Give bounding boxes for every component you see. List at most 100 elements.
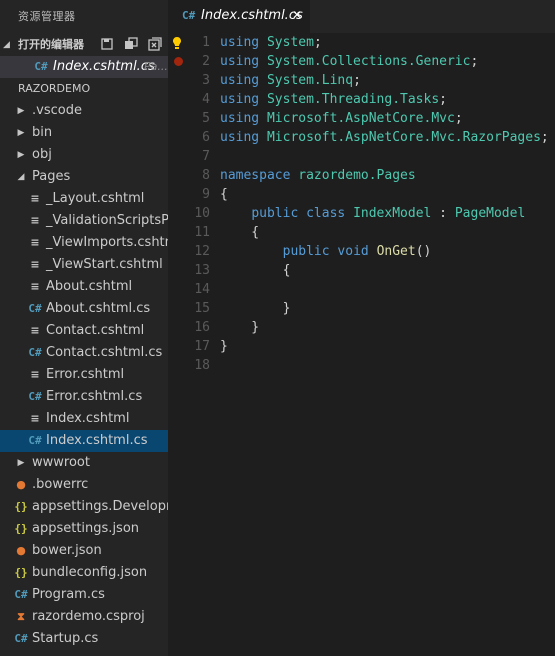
tree-item-label: .vscode <box>32 103 82 118</box>
code-line[interactable]: 18 <box>168 356 555 375</box>
code-token: Microsoft.AspNetCore.Mvc <box>266 111 455 126</box>
folder-item[interactable]: ◢ Pages <box>0 166 168 188</box>
code-line[interactable]: 5 using Microsoft.AspNetCore.Mvc; <box>168 109 555 128</box>
code-line[interactable]: 7 <box>168 147 555 166</box>
code-line[interactable]: 12 public void OnGet() <box>168 242 555 261</box>
line-number: 15 <box>194 301 210 316</box>
file-item[interactable]: ≡ Contact.cshtml <box>0 320 168 342</box>
file-item[interactable]: ≡ Error.cshtml <box>0 364 168 386</box>
folder-item[interactable]: ▶ bin <box>0 122 168 144</box>
folder-item[interactable]: ▶ .vscode <box>0 100 168 122</box>
line-number: 12 <box>194 244 210 259</box>
lines-file-icon: ≡ <box>30 280 40 293</box>
line-number: 7 <box>202 149 210 164</box>
file-item[interactable]: {} appsettings.json <box>0 518 168 540</box>
tree-item-label: Error.cshtml <box>46 367 125 382</box>
chevron-right-icon: ▶ <box>17 150 25 160</box>
code-token: using <box>220 130 260 145</box>
code-line[interactable]: 15 } <box>168 299 555 318</box>
tree-item-label: _ViewStart.cshtml <box>46 257 163 272</box>
line-number: 5 <box>202 111 210 126</box>
tab-index-cshtml-cs[interactable]: C# Index.cshtml.cs ✕ <box>168 0 310 33</box>
save-all-icon[interactable] <box>100 37 114 51</box>
line-number: 1 <box>202 35 210 50</box>
file-item[interactable]: ≡ _ValidationScriptsPa... <box>0 210 168 232</box>
code-text: using System; <box>220 33 322 52</box>
explorer-title: 资源管理器 <box>18 10 76 23</box>
tree-item-label: Index.cshtml.cs <box>46 433 148 448</box>
code-text: namespace razordemo.Pages <box>220 166 416 185</box>
code-token: } <box>220 339 228 354</box>
file-item[interactable]: ≡ _ViewStart.cshtml <box>0 254 168 276</box>
file-item[interactable]: ≡ Index.cshtml <box>0 408 168 430</box>
close-all-icon[interactable] <box>148 37 162 51</box>
folder-item[interactable]: ▶ wwwroot <box>0 452 168 474</box>
file-item[interactable]: ≡ About.cshtml <box>0 276 168 298</box>
code-token: { <box>220 187 228 202</box>
folder-item[interactable]: ▶ obj <box>0 144 168 166</box>
code-token: System.Linq <box>266 73 354 88</box>
open-editor-item[interactable]: C# Index.cshtml.cs Pa... <box>0 56 168 78</box>
line-number: 11 <box>194 225 210 240</box>
code-token: { <box>220 225 260 240</box>
open-editors-header[interactable]: ◢ 打开的编辑器 <box>0 34 168 56</box>
file-item[interactable]: C# About.cshtml.cs <box>0 298 168 320</box>
code-token: public <box>282 244 330 259</box>
project-header[interactable]: ◢ RAZORDEMO <box>0 78 168 100</box>
tree-item-label: About.cshtml.cs <box>46 301 151 316</box>
file-item[interactable]: C# Program.cs <box>0 584 168 606</box>
code-line[interactable]: 16 } <box>168 318 555 337</box>
code-token: ; <box>470 54 479 69</box>
lines-file-icon: ≡ <box>30 214 40 227</box>
code-token: OnGet <box>376 244 416 259</box>
file-item[interactable]: ≡ _Layout.cshtml <box>0 188 168 210</box>
file-item[interactable]: {} appsettings.Developm... <box>0 496 168 518</box>
tree-item-label: appsettings.Developm... <box>32 499 168 514</box>
code-line[interactable]: 9{ <box>168 185 555 204</box>
code-text: using System.Linq; <box>220 71 361 90</box>
json-file-icon: {} <box>14 566 28 579</box>
code-line[interactable]: 1 using System; <box>168 33 555 52</box>
code-line[interactable]: 11 { <box>168 223 555 242</box>
code-line[interactable]: 17} <box>168 337 555 356</box>
code-token: using <box>220 35 260 50</box>
code-line[interactable]: 8 namespace razordemo.Pages <box>168 166 555 185</box>
file-item[interactable]: C# Error.cshtml.cs <box>0 386 168 408</box>
save-all-files-icon[interactable] <box>124 37 138 51</box>
file-item[interactable]: C# Startup.cs <box>0 628 168 650</box>
code-line[interactable]: 13 { <box>168 261 555 280</box>
code-token: using <box>220 92 260 107</box>
chevron-right-icon: ▶ <box>17 128 25 138</box>
file-item[interactable]: ● .bowerrc <box>0 474 168 496</box>
code-editor[interactable]: 1 using System; 2 using System.Collections.… <box>168 33 555 375</box>
code-token: IndexModel <box>353 206 432 221</box>
file-item[interactable]: C# Contact.cshtml.cs <box>0 342 168 364</box>
file-item[interactable]: ● bower.json <box>0 540 168 562</box>
line-number: 13 <box>194 263 210 278</box>
bower-file-icon: ● <box>16 544 26 557</box>
csharp-file-icon: C# <box>28 390 42 403</box>
code-line[interactable]: 2 using System.Collections.Generic; <box>168 52 555 71</box>
code-line[interactable]: 3 using System.Linq; <box>168 71 555 90</box>
line-number: 9 <box>202 187 210 202</box>
file-item[interactable]: C# Index.cshtml.cs <box>0 430 168 452</box>
project-label: RAZORDEMO <box>18 82 91 95</box>
code-token: namespace <box>220 168 291 183</box>
tree-item-label: bin <box>32 125 53 140</box>
file-item[interactable]: {} bundleconfig.json <box>0 562 168 584</box>
code-line[interactable]: 4 using System.Threading.Tasks; <box>168 90 555 109</box>
line-number: 18 <box>194 358 210 373</box>
tree-item-label: _ValidationScriptsPa... <box>46 213 168 228</box>
code-line[interactable]: 14 <box>168 280 555 299</box>
code-line[interactable]: 10 public class IndexModel : PageModel <box>168 204 555 223</box>
file-item[interactable]: ≡ _ViewImports.cshtml <box>0 232 168 254</box>
tree-item-label: bundleconfig.json <box>32 565 148 580</box>
file-item[interactable]: ⧗ razordemo.csproj <box>0 606 168 628</box>
close-icon[interactable]: ✕ <box>292 8 302 22</box>
code-line[interactable]: 6 using Microsoft.AspNetCore.Mvc.RazorPag… <box>168 128 555 147</box>
